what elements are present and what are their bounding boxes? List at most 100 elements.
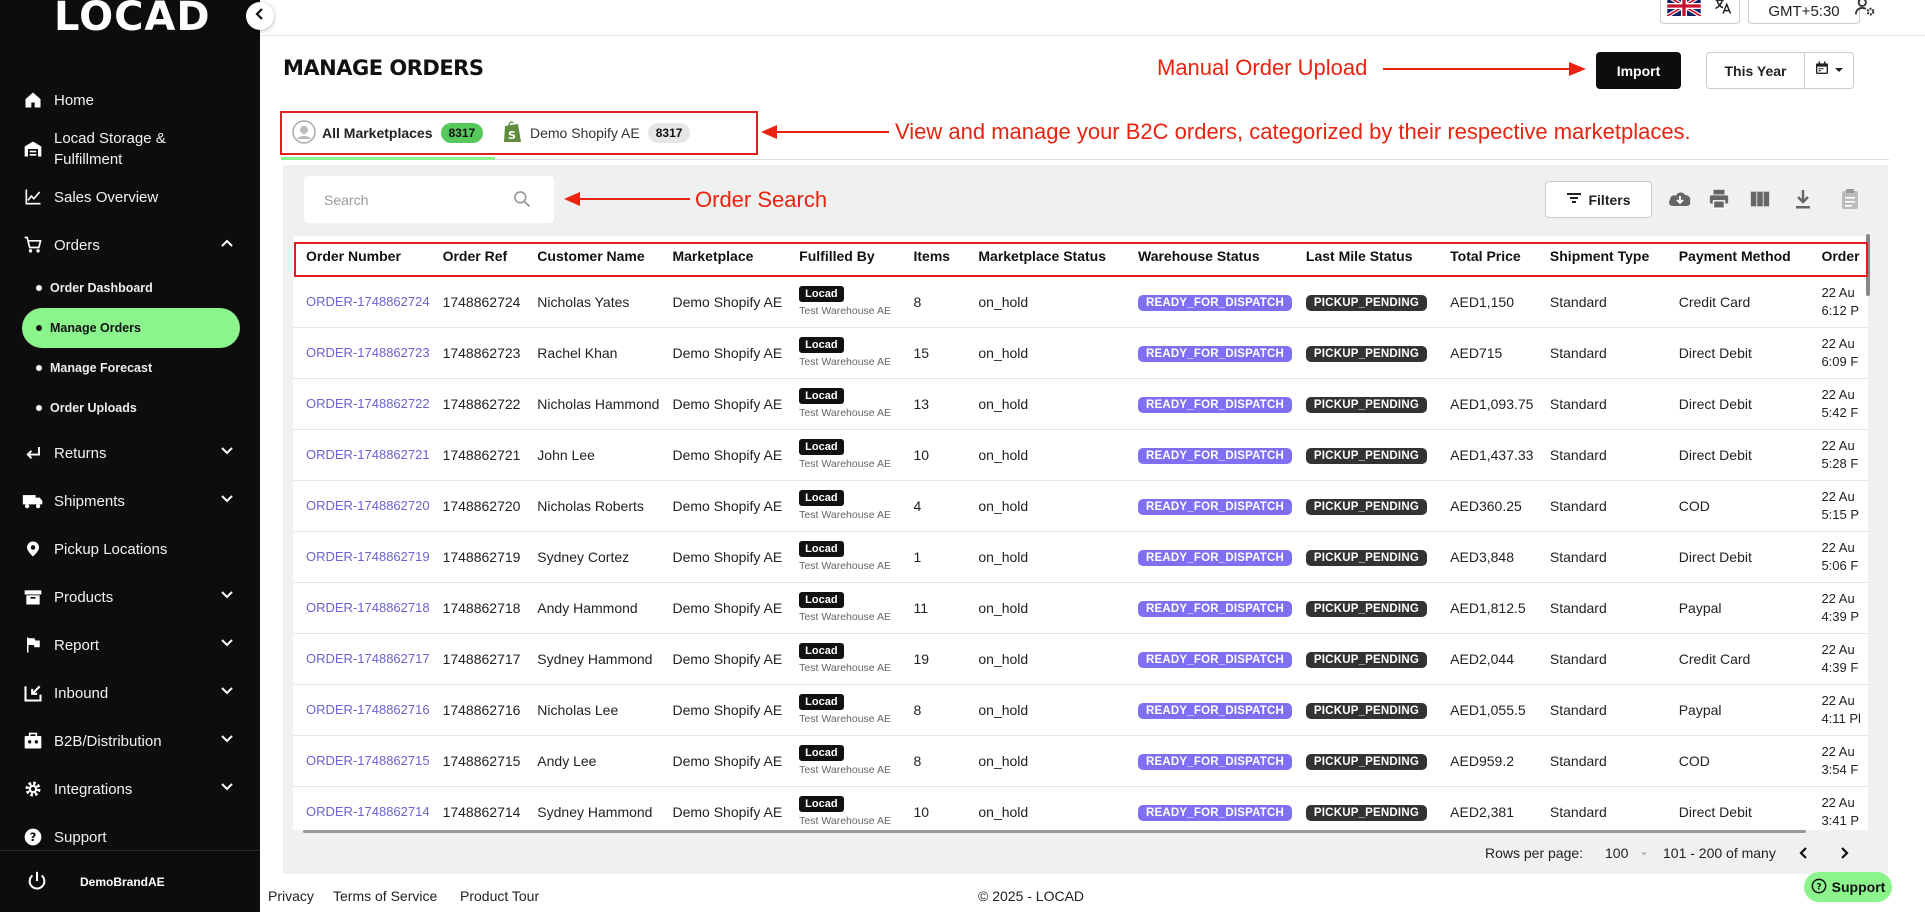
marketplace-status-cell: on_hold [965, 734, 1125, 786]
column-header-fulfilled-by[interactable]: Fulfilled By [786, 236, 901, 276]
sidebar-item-inbound[interactable]: Inbound [22, 682, 242, 704]
order-number-link[interactable]: ORDER-1748862720 [293, 479, 430, 531]
filters-button[interactable]: Filters [1545, 181, 1652, 218]
rows-per-page-select[interactable]: 100 [1605, 845, 1648, 861]
sidebar-item-integrations[interactable]: Integrations [22, 778, 242, 800]
user-settings-icon[interactable] [1854, 0, 1876, 23]
sidebar-item-sales-overview[interactable]: Sales Overview [22, 186, 242, 208]
horizontal-scrollbar[interactable] [303, 830, 1806, 833]
payment-method-cell: Direct Debit [1665, 785, 1809, 830]
column-header-customer-name[interactable]: Customer Name [524, 236, 660, 276]
cart-icon [22, 234, 44, 256]
privacy-link[interactable]: Privacy [268, 888, 314, 904]
table-row[interactable]: ORDER-1748862716 1748862716 Nicholas Lee De… [293, 683, 1868, 735]
sidebar-item-products[interactable]: Products [22, 586, 242, 608]
fulfilled-by-cell: Locad Test Warehouse AE [786, 683, 901, 735]
order-number-link[interactable]: ORDER-1748862721 [293, 428, 430, 480]
location-pin-icon [22, 538, 44, 560]
column-header-last-mile-status[interactable]: Last Mile Status [1292, 236, 1438, 276]
prev-page-icon[interactable] [1797, 846, 1811, 863]
marketplace-status-cell: on_hold [965, 530, 1125, 582]
warehouse-status-cell: READY_FOR_DISPATCH [1125, 326, 1293, 378]
column-header-order-number[interactable]: Order Number [293, 236, 430, 276]
box-icon [22, 586, 44, 608]
support-button[interactable]: ? Support [1804, 872, 1892, 902]
cloud-download-icon[interactable] [1667, 188, 1693, 215]
order-number-link[interactable]: ORDER-1748862716 [293, 683, 430, 735]
sidebar-item-orders[interactable]: Orders [22, 234, 242, 256]
columns-icon[interactable] [1749, 188, 1771, 215]
items-cell: 8 [900, 734, 966, 786]
next-page-icon[interactable] [1837, 846, 1851, 863]
sidebar-item-storage[interactable]: Locad Storage & Fulfillment [22, 128, 242, 170]
chevron-up-icon [220, 236, 234, 254]
orders-table-container: Order Number Order Ref Customer Name Mar… [293, 236, 1868, 830]
column-header-marketplace[interactable]: Marketplace [659, 236, 787, 276]
clipboard-icon[interactable] [1840, 188, 1860, 215]
table-row[interactable]: ORDER-1748862721 1748862721 John Lee Demo S… [293, 428, 1868, 480]
table-row[interactable]: ORDER-1748862724 1748862724 Nicholas Yates… [293, 275, 1868, 327]
order-number-link[interactable]: ORDER-1748862718 [293, 581, 430, 633]
collapse-sidebar-button[interactable] [246, 2, 274, 30]
sidebar-item-label: Sales Overview [54, 188, 159, 206]
order-date-cell: 22 Au 3:41 P [1808, 785, 1868, 830]
order-date: 22 Au [1821, 488, 1855, 504]
marketplace-cell: Demo Shopify AE [659, 530, 787, 582]
sidebar-item-home[interactable]: Home [22, 89, 242, 111]
sidebar-item-pickup-locations[interactable]: Pickup Locations [22, 538, 242, 560]
column-header-order-ref[interactable]: Order Ref [429, 236, 525, 276]
sidebar-subitem-manage-orders[interactable]: Manage Orders [22, 308, 240, 348]
order-number-link[interactable]: ORDER-1748862719 [293, 530, 430, 582]
column-header-payment-method[interactable]: Payment Method [1665, 236, 1809, 276]
timezone-button[interactable]: GMT+5:30 [1748, 0, 1860, 24]
product-tour-link[interactable]: Product Tour [460, 888, 539, 904]
column-header-total-price[interactable]: Total Price [1437, 236, 1537, 276]
sidebar-subitem-order-dashboard[interactable]: Order Dashboard [22, 268, 240, 308]
sidebar-item-support[interactable]: ? Support [22, 826, 242, 848]
table-row[interactable]: ORDER-1748862717 1748862717 Sydney Hammond… [293, 632, 1868, 684]
period-button[interactable]: This Year [1707, 53, 1805, 88]
sidebar-subitem-manage-forecast[interactable]: Manage Forecast [22, 348, 240, 388]
order-number-link[interactable]: ORDER-1748862724 [293, 275, 430, 327]
table-row[interactable]: ORDER-1748862715 1748862715 Andy Lee Demo S… [293, 734, 1868, 786]
table-row[interactable]: ORDER-1748862714 1748862714 Sydney Hammond… [293, 785, 1868, 830]
order-number-link[interactable]: ORDER-1748862714 [293, 785, 430, 830]
table-row[interactable]: ORDER-1748862719 1748862719 Sydney Cortez D… [293, 530, 1868, 582]
marketplace-status-cell: on_hold [965, 428, 1125, 480]
vertical-scrollbar[interactable] [1866, 234, 1870, 296]
order-number-link[interactable]: ORDER-1748862723 [293, 326, 430, 378]
column-header-shipment-type[interactable]: Shipment Type [1536, 236, 1666, 276]
items-cell: 19 [900, 632, 966, 684]
terms-link[interactable]: Terms of Service [333, 888, 437, 904]
power-icon[interactable] [26, 870, 50, 894]
order-number-link[interactable]: ORDER-1748862717 [293, 632, 430, 684]
tab-demo-shopify-ae[interactable]: S Demo Shopify AE 8317 [502, 116, 691, 150]
column-header-marketplace-status[interactable]: Marketplace Status [965, 236, 1125, 276]
sidebar-item-b2b-distribution[interactable]: B2B/Distribution [22, 730, 242, 752]
table-row[interactable]: ORDER-1748862723 1748862723 Rachel Khan Dem… [293, 326, 1868, 378]
order-number-link[interactable]: ORDER-1748862722 [293, 377, 430, 429]
column-header-items[interactable]: Items [900, 236, 966, 276]
table-row[interactable]: ORDER-1748862722 1748862722 Nicholas Hammo… [293, 377, 1868, 429]
table-row[interactable]: ORDER-1748862718 1748862718 Andy Hammond De… [293, 581, 1868, 633]
sidebar-item-shipments[interactable]: Shipments [22, 490, 242, 512]
search-input[interactable]: Search [304, 176, 554, 223]
chevron-left-icon [254, 7, 266, 25]
table-row[interactable]: ORDER-1748862720 1748862720 Nicholas Rober… [293, 479, 1868, 531]
language-button[interactable] [1660, 0, 1740, 24]
import-button[interactable]: Import [1596, 52, 1681, 89]
sidebar-item-report[interactable]: Report [22, 634, 242, 656]
calendar-dropdown[interactable] [1805, 53, 1853, 88]
fulfilled-by-cell: Locad Test Warehouse AE [786, 428, 901, 480]
download-icon[interactable] [1793, 188, 1813, 215]
column-header-warehouse-status[interactable]: Warehouse Status [1125, 236, 1293, 276]
table-body: ORDER-1748862724 1748862724 Nicholas Yates… [293, 275, 1868, 830]
print-icon[interactable] [1708, 188, 1730, 215]
column-header-order-date[interactable]: Order [1808, 236, 1868, 276]
order-date-cell: 22 Au 5:15 P [1808, 479, 1868, 531]
sidebar-item-returns[interactable]: Returns [22, 442, 242, 464]
sidebar-subitem-order-uploads[interactable]: Order Uploads [22, 388, 240, 428]
order-number-link[interactable]: ORDER-1748862715 [293, 734, 430, 786]
fulfilled-by-cell: Locad Test Warehouse AE [786, 581, 901, 633]
tab-all-marketplaces[interactable]: All Marketplaces 8317 [292, 116, 484, 150]
